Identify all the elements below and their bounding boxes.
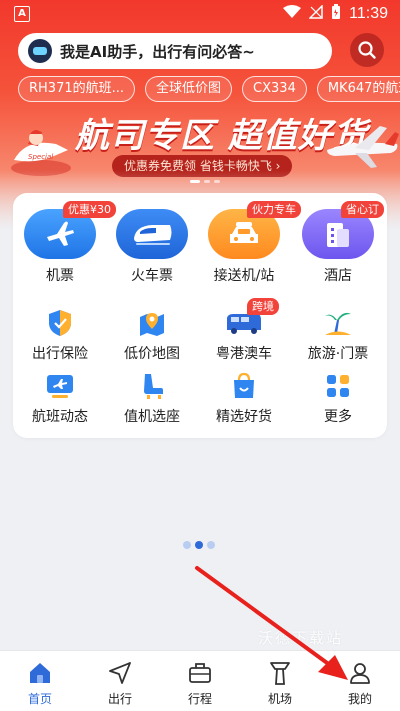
airplane-illustration	[327, 126, 399, 168]
service-low-price-map[interactable]: 低价地图	[111, 308, 193, 363]
bottom-tab-bar: 首页 出行 行程 机场 我的	[0, 650, 400, 711]
tab-label: 机场	[267, 692, 292, 706]
service-travel-insurance[interactable]: 出行保险	[19, 308, 101, 363]
service-flight-status[interactable]: 航班动态	[19, 371, 101, 426]
tab-label: 首页	[27, 692, 52, 706]
service-train-tickets[interactable]: 火车票	[111, 209, 193, 285]
airline-mascot-illustration: Special	[11, 130, 71, 176]
service-label: 出行保险	[32, 346, 88, 362]
chip-recent-flight-2[interactable]: CX334	[242, 76, 307, 102]
home-icon	[0, 659, 80, 687]
user-icon	[320, 659, 400, 687]
tab-label: 出行	[107, 692, 132, 706]
service-label: 更多	[324, 409, 352, 425]
map-pin-icon	[137, 308, 167, 338]
tab-label: 我的	[347, 692, 372, 706]
services-card: 机票 优惠¥30 火车票 接送机/站 伙力专车 酒店 省心订 出行保险 低价地图	[13, 193, 387, 438]
service-label: 航班动态	[32, 409, 88, 425]
service-label: 旅游·门票	[307, 346, 369, 362]
service-label: 火车票	[131, 268, 173, 284]
navigation-icon	[80, 659, 160, 687]
tab-profile[interactable]: 我的	[320, 651, 400, 711]
grid-more-icon	[323, 371, 353, 401]
promo-tag: 伙力专车	[247, 201, 301, 218]
service-label: 接送机/站	[213, 268, 275, 284]
airport-tower-icon	[240, 659, 320, 687]
search-placeholder: 我是AI助手，出行有问必答~	[60, 42, 255, 61]
palm-tree-icon	[323, 308, 353, 338]
promo-tag: 省心订	[341, 201, 384, 218]
service-label: 精选好货	[216, 409, 272, 425]
wifi-icon	[283, 5, 302, 23]
chip-recent-flight-1[interactable]: RH371的航班...	[18, 76, 136, 102]
service-label: 粤港澳车	[216, 346, 272, 362]
banner-subtitle[interactable]: 优惠券免费领 省钱卡畅快飞 ›	[112, 155, 293, 177]
banner-title[interactable]: 航司专区 超值好货	[75, 108, 368, 157]
train-icon	[116, 209, 188, 259]
flight-status-icon	[45, 371, 75, 401]
tab-home[interactable]: 首页	[0, 651, 80, 711]
shopping-bag-icon	[229, 371, 259, 401]
tab-label: 行程	[187, 692, 212, 706]
service-label: 值机选座	[124, 409, 180, 425]
app-notification-icon: A	[14, 6, 30, 22]
service-hotels[interactable]: 酒店 省心订	[297, 201, 384, 285]
loading-indicator	[183, 541, 215, 549]
signal-icon	[308, 4, 323, 23]
search-button[interactable]	[350, 33, 384, 67]
ai-robot-icon	[28, 39, 52, 63]
service-airport-transfer[interactable]: 接送机/站 伙力专车	[203, 201, 301, 285]
service-tours-tickets[interactable]: 旅游·门票	[297, 308, 379, 363]
tab-travel[interactable]: 出行	[80, 651, 160, 711]
service-check-in-seat[interactable]: 值机选座	[111, 371, 193, 426]
service-selected-goods[interactable]: 精选好货	[203, 371, 285, 426]
status-bar: A 11:39	[0, 0, 400, 28]
promo-tag: 优惠¥30	[63, 201, 116, 218]
tab-airport[interactable]: 机场	[240, 651, 320, 711]
watermark: 沃德下载站	[258, 629, 344, 647]
tab-itinerary[interactable]: 行程	[160, 651, 240, 711]
ai-assistant-search-bar[interactable]: 我是AI助手，出行有问必答~	[18, 33, 332, 69]
battery-icon	[331, 4, 341, 24]
search-icon	[358, 41, 376, 59]
service-flights[interactable]: 机票 优惠¥30	[19, 201, 116, 285]
plane-tail-text: Special	[28, 153, 53, 161]
chip-global-low-price-map[interactable]: 全球低价图	[145, 76, 233, 102]
banner-pagination	[190, 180, 220, 183]
seat-icon	[137, 371, 167, 401]
service-label: 机票	[46, 268, 74, 284]
suitcase-icon	[160, 659, 240, 687]
recent-search-chips: RH371的航班... 全球低价图 CX334 MK647的航班	[18, 76, 400, 102]
service-more[interactable]: 更多	[297, 371, 379, 426]
chip-recent-flight-3[interactable]: MK647的航班	[316, 76, 400, 102]
service-label: 酒店	[324, 268, 352, 284]
insurance-shield-icon	[45, 308, 75, 338]
service-label: 低价地图	[124, 346, 180, 362]
cross-border-tag: 跨境	[247, 298, 279, 315]
service-greater-bay-car[interactable]: 粤港澳车 跨境	[203, 298, 285, 363]
clock: 11:39	[349, 5, 388, 22]
